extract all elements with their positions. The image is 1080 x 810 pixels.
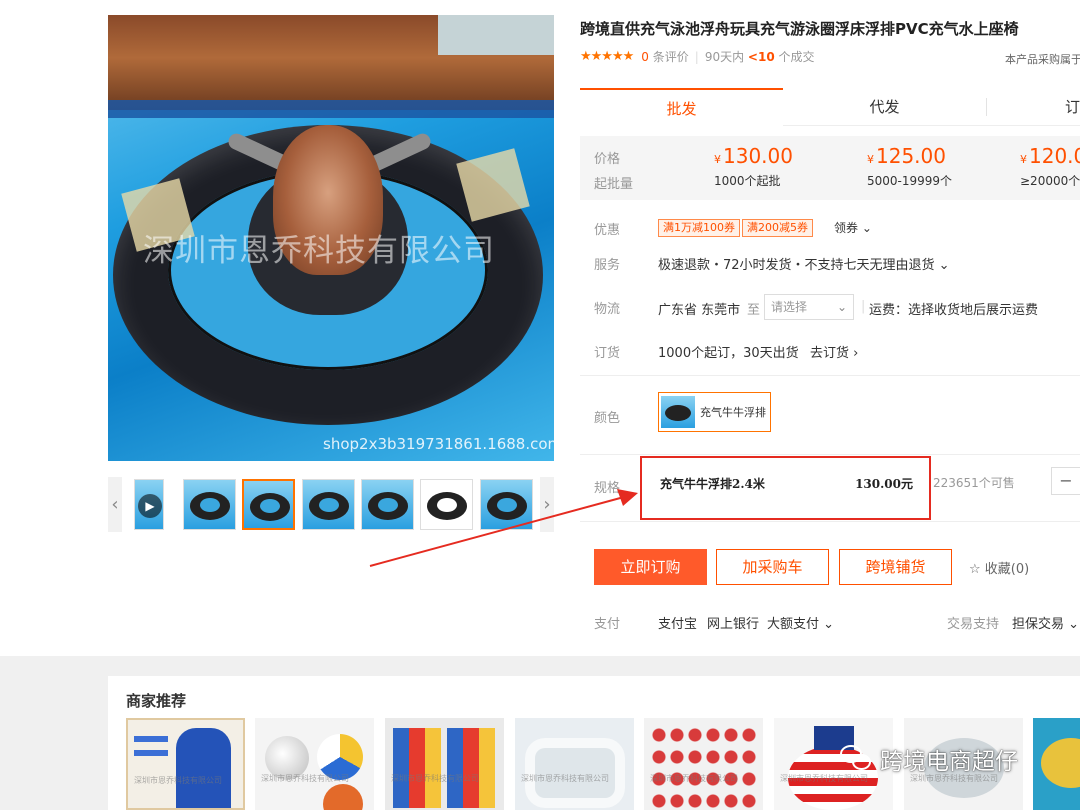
divider bbox=[580, 375, 1080, 376]
thumbnail[interactable] bbox=[183, 479, 236, 530]
discount-label: 优惠 bbox=[594, 223, 621, 238]
annotation-arrow-head bbox=[617, 489, 638, 506]
recommend-item[interactable]: 深圳市恩乔科技有限公司 bbox=[644, 718, 763, 810]
chevron-down-icon: ⌄ bbox=[836, 300, 847, 314]
rating-row: ★★★★★ 0 条评价 | 90天内 <10 个成交 bbox=[580, 48, 815, 65]
price-tier-3: ¥120.0 bbox=[1020, 144, 1080, 168]
recommend-item[interactable]: 深圳市恩乔科技有限公司 bbox=[255, 718, 374, 810]
destination-placeholder: 请选择 bbox=[771, 300, 808, 314]
service-label: 服务 bbox=[594, 258, 621, 273]
divider bbox=[580, 521, 1080, 522]
star-rating-icon: ★★★★★ bbox=[580, 49, 634, 64]
color-label: 颜色 bbox=[594, 411, 621, 426]
wechat-icon bbox=[840, 745, 872, 773]
thumbnail[interactable] bbox=[420, 479, 473, 530]
favorite-button[interactable]: ☆ 收藏(0) bbox=[969, 558, 1029, 577]
qty-tier-2: 5000-19999个 bbox=[867, 174, 953, 188]
spec-name: 充气牛牛浮排2.4米 bbox=[660, 477, 765, 491]
add-to-cart-button[interactable]: 加采购车 bbox=[716, 549, 829, 585]
image-pool-tiles bbox=[108, 100, 554, 118]
review-count[interactable]: 0 bbox=[641, 50, 649, 64]
price-label: 价格 bbox=[594, 152, 621, 167]
payment-netbank: 网上银行 bbox=[707, 617, 760, 632]
account-watermark: 跨境电商超仔 bbox=[840, 742, 1018, 776]
logistics-label: 物流 bbox=[594, 302, 621, 317]
coupon-badge[interactable]: 满1万减100券 bbox=[658, 219, 740, 237]
service-text[interactable]: 极速退款・72小时发货・不支持七天无理由退货 ⌄ bbox=[658, 254, 950, 273]
go-order-link[interactable]: 去订货 › bbox=[810, 342, 858, 361]
sales-count: <10 bbox=[747, 49, 775, 64]
recommend-item[interactable]: 深圳市恩乔科技有限公司 bbox=[515, 718, 634, 810]
favorite-label: 收藏(0) bbox=[984, 562, 1030, 577]
coupon-badge[interactable]: 满200减5券 bbox=[742, 219, 813, 237]
purchase-tabs: 批发 代发 订 bbox=[580, 88, 1080, 126]
qty-label: 起批量 bbox=[594, 177, 634, 192]
recommend-item[interactable]: 深圳市恩乔科技有限公司 bbox=[126, 718, 245, 810]
thumbnail-active[interactable] bbox=[242, 479, 295, 530]
quantity-minus-button[interactable]: − bbox=[1051, 467, 1080, 495]
sales-label: 个成交 bbox=[778, 50, 815, 64]
play-icon: ▶ bbox=[138, 494, 162, 518]
belong-note: 本产品采购属于 bbox=[1005, 53, 1080, 66]
order-text: 1000个起订，30天出货 bbox=[658, 346, 799, 361]
destination-select[interactable]: 请选择 ⌄ bbox=[764, 294, 854, 320]
thumbnail-video[interactable]: ▶ bbox=[134, 479, 164, 530]
cross-border-button[interactable]: 跨境铺货 bbox=[839, 549, 952, 585]
divider bbox=[580, 454, 1080, 455]
price-tier-2: ¥125.00 bbox=[867, 144, 946, 168]
spec-label: 规格 bbox=[594, 481, 621, 496]
image-watermark: 深圳市恩乔科技有限公司 bbox=[143, 233, 495, 269]
qty-tier-3: ≥20000个 bbox=[1020, 174, 1080, 188]
thumb-next-button[interactable]: › bbox=[540, 477, 554, 532]
recommend-item[interactable] bbox=[1033, 718, 1080, 810]
trade-support-label: 交易支持 bbox=[947, 617, 1000, 632]
logistics-to: 至 bbox=[747, 303, 761, 318]
tab-order[interactable]: 订 bbox=[986, 88, 1080, 126]
color-option-label: 充气牛牛浮排 bbox=[700, 406, 766, 419]
image-shop-watermark: shop2x3b319731861.1688.com bbox=[323, 435, 554, 453]
review-label[interactable]: 条评价 bbox=[653, 48, 689, 65]
thumbnail-strip: ‹ ▶ › bbox=[108, 477, 554, 532]
payment-alipay: 支付宝 bbox=[658, 617, 698, 632]
spec-highlight-box[interactable]: 充气牛牛浮排2.4米 130.00元 bbox=[640, 456, 931, 520]
recommend-title: 商家推荐 bbox=[126, 692, 187, 710]
image-waterfall bbox=[438, 15, 554, 55]
qty-tier-1: 1000个起批 bbox=[714, 174, 781, 188]
spec-stock: 223651个可售 bbox=[933, 476, 1015, 490]
color-option-thumbnail bbox=[661, 396, 695, 428]
payment-large[interactable]: 大额支付 ⌄ bbox=[767, 613, 834, 632]
thumbnail[interactable] bbox=[302, 479, 355, 530]
price-tier-1: ¥130.00 bbox=[714, 144, 793, 168]
price-box: 价格 起批量 ¥130.00 1000个起批 ¥125.00 5000-1999… bbox=[580, 136, 1080, 200]
thumbnail[interactable] bbox=[361, 479, 414, 530]
trade-support-value[interactable]: 担保交易 ⌄ bbox=[1012, 613, 1079, 632]
sales-period: 90天内 bbox=[704, 50, 745, 64]
thumbnail[interactable] bbox=[480, 479, 533, 530]
spec-price: 130.00元 bbox=[855, 477, 913, 491]
freight-text: 运费：选择收货地后展示运费 bbox=[869, 303, 1039, 318]
star-outline-icon: ☆ bbox=[969, 562, 981, 577]
product-title: 跨境直供充气泳池浮舟玩具充气游泳圈浮床浮排PVC充气水上座椅 bbox=[580, 20, 1019, 38]
logistics-origin: 广东省 东莞市 bbox=[658, 303, 741, 318]
buy-now-button[interactable]: 立即订购 bbox=[594, 549, 707, 585]
payment-label: 支付 bbox=[594, 617, 621, 632]
color-option[interactable]: 充气牛牛浮排 bbox=[658, 392, 771, 432]
main-product-image[interactable]: 深圳市恩乔科技有限公司 shop2x3b319731861.1688.com bbox=[108, 15, 554, 461]
thumb-prev-button[interactable]: ‹ bbox=[108, 477, 122, 532]
recommend-item[interactable]: 深圳市恩乔科技有限公司 bbox=[385, 718, 504, 810]
order-label: 订货 bbox=[594, 346, 621, 361]
account-watermark-text: 跨境电商超仔 bbox=[880, 749, 1018, 775]
tab-dropship[interactable]: 代发 bbox=[783, 88, 986, 126]
tab-wholesale[interactable]: 批发 bbox=[580, 88, 783, 126]
claim-coupon-link[interactable]: 领券 ⌄ bbox=[834, 219, 872, 236]
